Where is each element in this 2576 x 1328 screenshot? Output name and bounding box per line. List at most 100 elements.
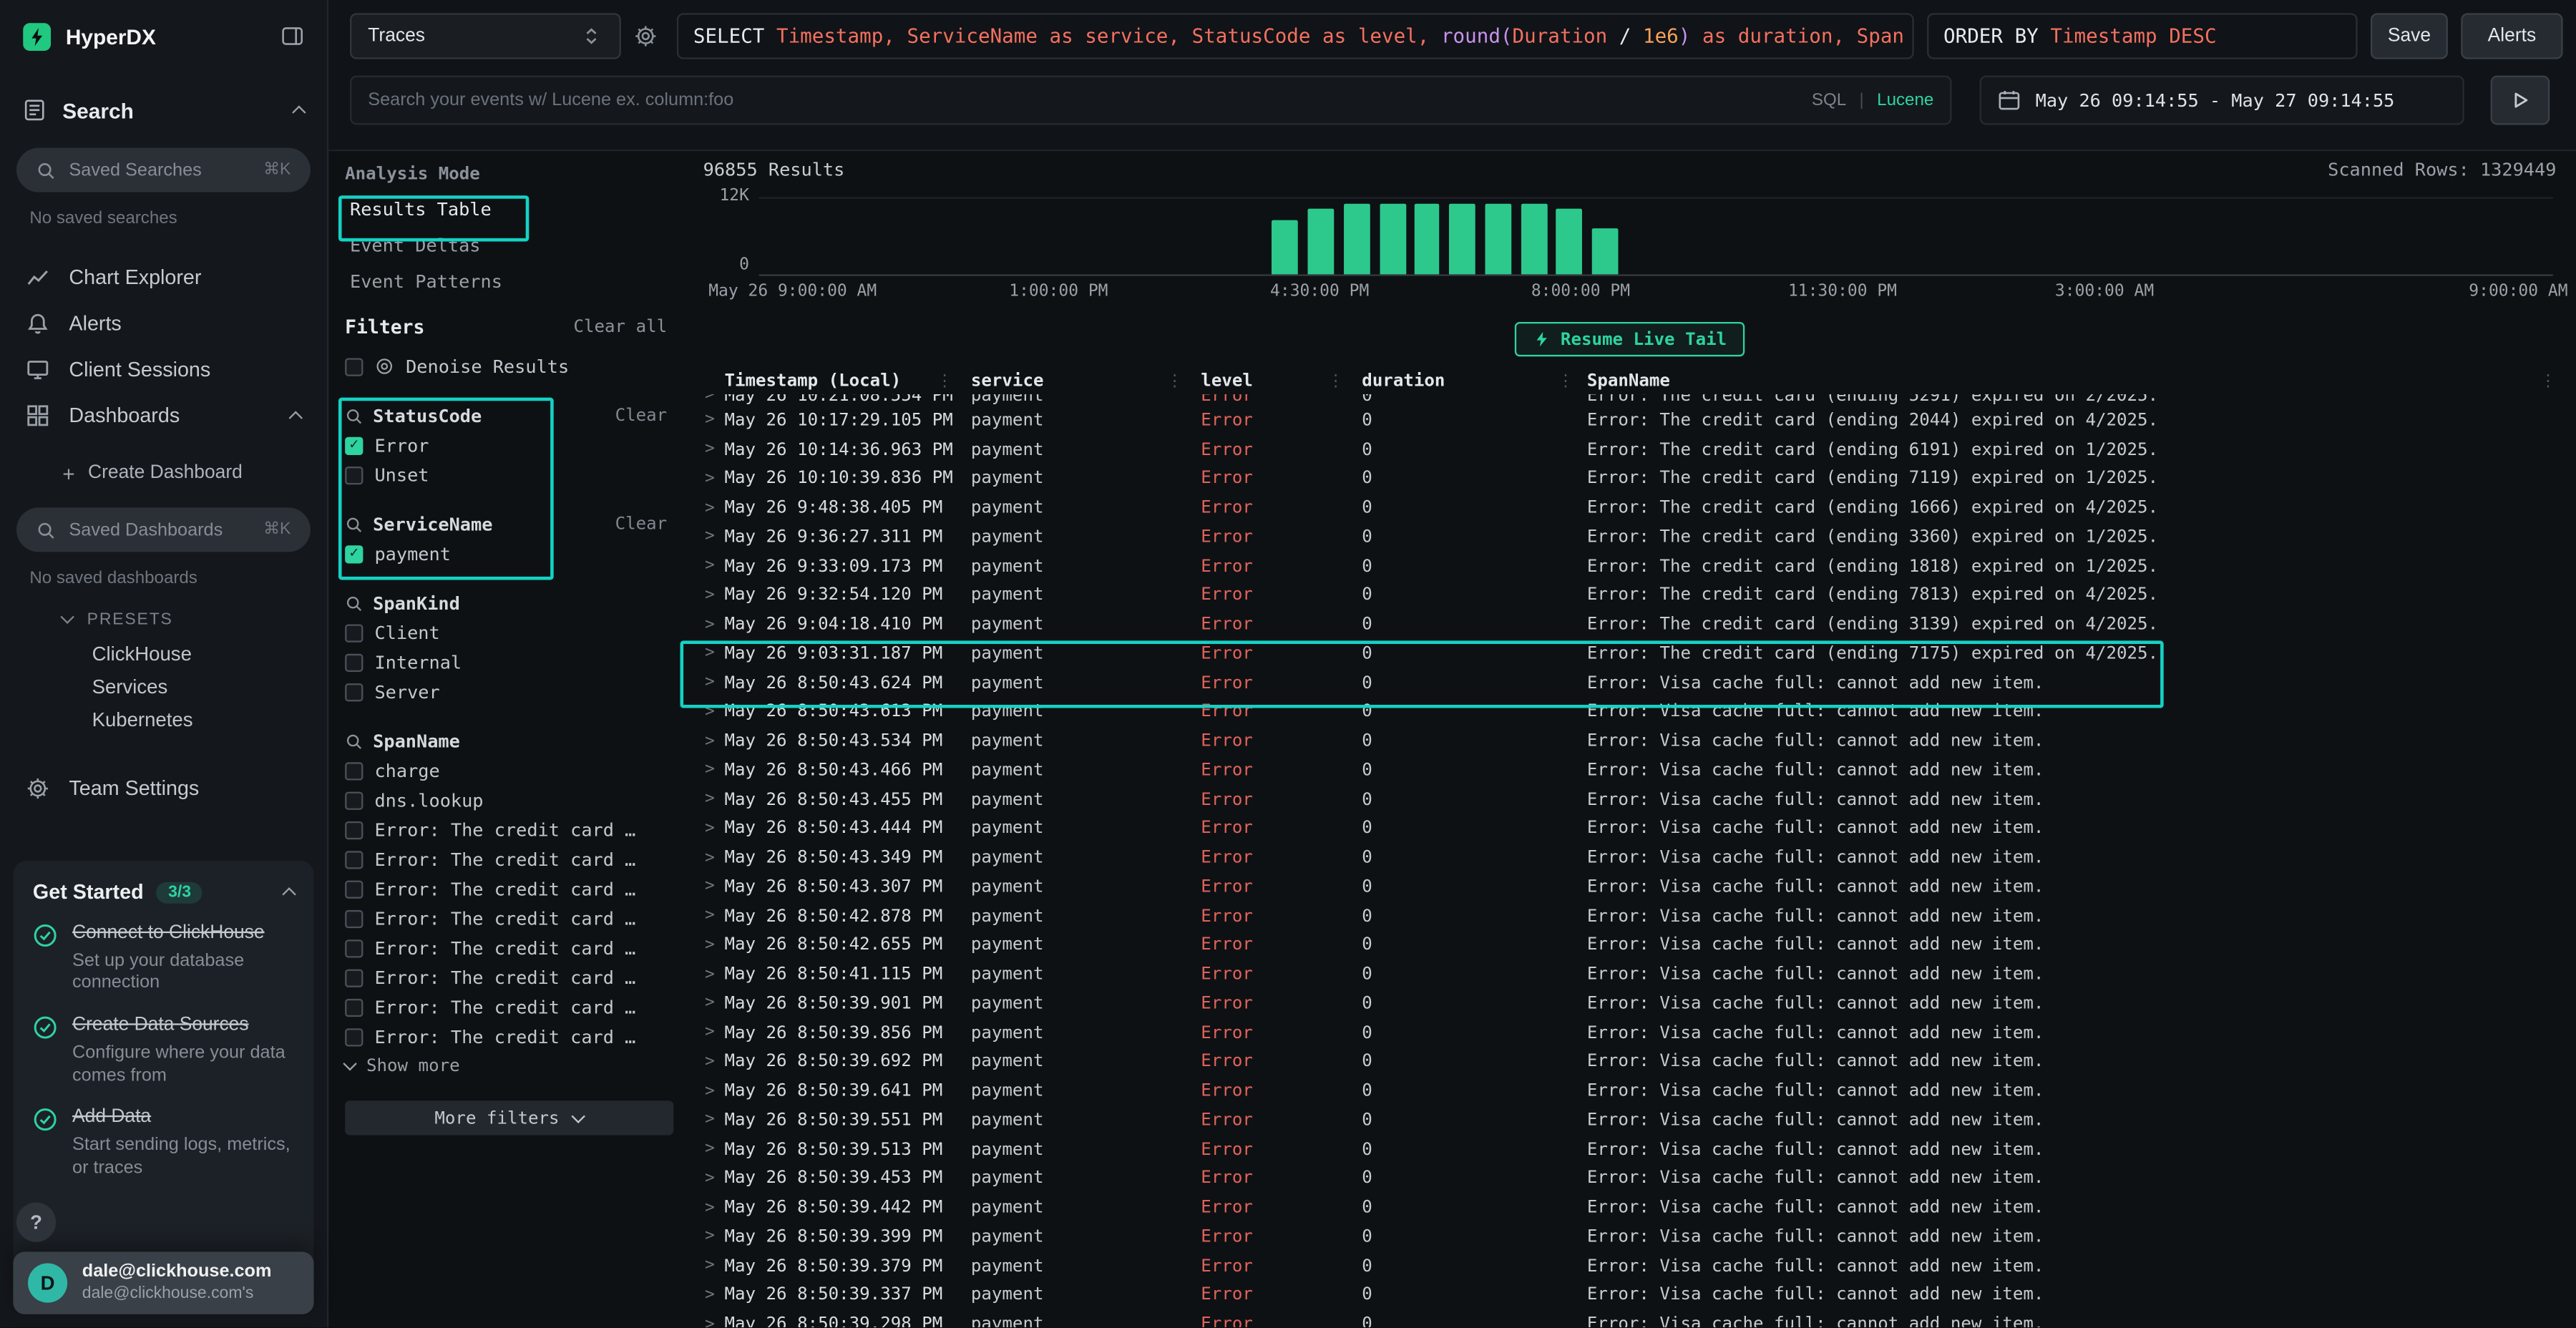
column-separator-icon[interactable]: ⋮ <box>937 373 953 391</box>
table-row[interactable]: >May 26 9:32:54.120 PMpaymentError0Error… <box>696 581 2556 610</box>
collapse-sidebar-icon[interactable] <box>281 24 304 47</box>
table-row[interactable]: >May 26 8:50:39.337 PMpaymentError0Error… <box>696 1281 2556 1310</box>
sidebar-item-chart-explorer[interactable]: Chart Explorer <box>0 255 327 301</box>
table-row[interactable]: >May 26 9:48:38.405 PMpaymentError0Error… <box>696 493 2556 522</box>
column-header-level[interactable]: level⋮ <box>1183 371 1344 391</box>
row-expand-icon[interactable]: > <box>696 528 724 546</box>
facet-clear-button[interactable]: Clear <box>615 514 674 534</box>
facet-clear-button[interactable]: Clear <box>615 406 674 426</box>
source-select[interactable]: Traces <box>350 13 621 59</box>
row-expand-icon[interactable]: > <box>696 936 724 954</box>
sql-query-editor[interactable]: SELECT Timestamp, ServiceName as service… <box>677 13 1914 59</box>
table-row[interactable]: >May 26 8:50:43.613 PMpaymentError0Error… <box>696 698 2556 727</box>
table-row[interactable]: >May 26 8:50:39.692 PMpaymentError0Error… <box>696 1048 2556 1077</box>
row-expand-icon[interactable]: > <box>696 1257 724 1275</box>
row-expand-icon[interactable]: > <box>696 586 724 604</box>
table-row[interactable]: >May 26 8:50:39.901 PMpaymentError0Error… <box>696 989 2556 1018</box>
row-expand-icon[interactable]: > <box>696 1169 724 1187</box>
row-expand-icon[interactable]: > <box>696 1315 724 1328</box>
alerts-button[interactable]: Alerts <box>2461 13 2562 59</box>
checkbox-unchecked[interactable] <box>345 939 363 957</box>
search-section-header[interactable]: Search <box>0 85 327 135</box>
facet-option-dns-lookup[interactable]: dns.lookup <box>345 785 673 814</box>
sidebar-item-services[interactable]: Services <box>0 670 327 703</box>
table-row[interactable]: >May 26 8:50:43.455 PMpaymentError0Error… <box>696 785 2556 814</box>
row-expand-icon[interactable]: > <box>696 557 724 575</box>
table-row[interactable]: >May 26 8:50:43.624 PMpaymentError0Error… <box>696 668 2556 698</box>
checkbox-unchecked[interactable] <box>345 653 363 671</box>
table-row[interactable]: >May 26 8:50:41.115 PMpaymentError0Error… <box>696 960 2556 989</box>
facet-option-client[interactable]: Client <box>345 617 673 647</box>
checkbox-unchecked[interactable] <box>345 821 363 839</box>
facet-option-error-the-credit-card[interactable]: Error: The credit card … <box>345 874 673 903</box>
sidebar-item-team-settings[interactable]: Team Settings <box>0 766 327 811</box>
more-filters-button[interactable]: More filters <box>345 1100 673 1135</box>
analysis-mode-event-deltas[interactable]: Event Deltas <box>345 230 673 263</box>
column-header-service[interactable]: service⋮ <box>953 371 1183 391</box>
table-row[interactable]: >May 26 8:50:43.444 PMpaymentError0Error… <box>696 814 2556 844</box>
checkbox-unchecked[interactable] <box>345 466 363 484</box>
row-expand-icon[interactable]: > <box>696 791 724 809</box>
results-histogram[interactable]: 12K 0 May 26 9:00:00 AM1:00:00 PM4:30:00… <box>703 187 2557 309</box>
checkbox-unchecked[interactable] <box>345 998 363 1016</box>
saved-searches-input[interactable]: Saved Searches ⌘K <box>16 148 311 192</box>
row-expand-icon[interactable]: > <box>696 411 724 429</box>
table-row[interactable]: >May 26 9:33:09.173 PMpaymentError0Error… <box>696 552 2556 581</box>
run-query-button[interactable] <box>2491 76 2550 125</box>
clear-all-button[interactable]: Clear all <box>573 317 673 337</box>
row-expand-icon[interactable]: > <box>696 1141 724 1158</box>
checkbox-unchecked[interactable] <box>345 909 363 927</box>
checkbox-unchecked[interactable] <box>345 623 363 641</box>
row-expand-icon[interactable]: > <box>696 1024 724 1042</box>
create-dashboard-button[interactable]: + Create Dashboard <box>0 451 327 494</box>
checkbox-unchecked[interactable] <box>345 1027 363 1045</box>
table-row[interactable]: >May 26 8:50:43.466 PMpaymentError0Error… <box>696 756 2556 785</box>
row-expand-icon[interactable]: > <box>696 1198 724 1216</box>
language-toggle-lucene[interactable]: Lucene <box>1877 90 1933 110</box>
row-expand-icon[interactable]: > <box>696 674 724 692</box>
table-row[interactable]: >May 26 8:50:39.641 PMpaymentError0Error… <box>696 1076 2556 1105</box>
checkbox-unchecked[interactable] <box>345 850 363 868</box>
facet-option-charge[interactable]: charge <box>345 756 673 785</box>
saved-dashboards-input[interactable]: Saved Dashboards ⌘K <box>16 507 311 552</box>
row-expand-icon[interactable]: > <box>696 1228 724 1246</box>
facet-option-error-the-credit-card[interactable]: Error: The credit card … <box>345 904 673 933</box>
row-expand-icon[interactable]: > <box>696 878 724 896</box>
checkbox-unchecked[interactable] <box>345 879 363 897</box>
column-header-timestamp-local[interactable]: Timestamp (Local)⋮ <box>724 371 952 391</box>
column-header-spanname[interactable]: SpanName⋮ <box>1574 371 2556 391</box>
table-row[interactable]: >May 26 8:50:39.856 PMpaymentError0Error… <box>696 1018 2556 1048</box>
facet-option-internal[interactable]: Internal <box>345 648 673 677</box>
column-header-duration[interactable]: duration⋮ <box>1344 371 1574 391</box>
facet-option-error-the-credit-card[interactable]: Error: The credit card … <box>345 844 673 874</box>
table-row[interactable]: >May 26 10:21:08.554 PMpaymentError0Erro… <box>696 394 2556 406</box>
table-row[interactable]: >May 26 8:50:39.379 PMpaymentError0Error… <box>696 1251 2556 1281</box>
row-expand-icon[interactable]: > <box>696 1053 724 1070</box>
checkbox-checked[interactable]: ✓ <box>345 545 363 562</box>
get-started-item-connect-to-clickhouse[interactable]: Connect to ClickHouseSet up your databas… <box>33 922 294 996</box>
row-expand-icon[interactable]: > <box>696 441 724 459</box>
row-expand-icon[interactable]: > <box>696 1111 724 1129</box>
row-expand-icon[interactable]: > <box>696 499 724 517</box>
sidebar-item-kubernetes[interactable]: Kubernetes <box>0 703 327 736</box>
facet-option-error-the-credit-card[interactable]: Error: The credit card … <box>345 1022 673 1051</box>
row-expand-icon[interactable]: > <box>696 615 724 633</box>
sidebar-item-dashboards[interactable]: Dashboards <box>0 393 327 439</box>
table-row[interactable]: >May 26 9:36:27.311 PMpaymentError0Error… <box>696 522 2556 552</box>
row-expand-icon[interactable]: > <box>696 1286 724 1304</box>
table-row[interactable]: >May 26 9:04:18.410 PMpaymentError0Error… <box>696 610 2556 639</box>
column-separator-icon[interactable]: ⋮ <box>1327 373 1344 391</box>
row-expand-icon[interactable]: > <box>696 995 724 1012</box>
facet-option-error-the-credit-card[interactable]: Error: The credit card … <box>345 933 673 962</box>
date-range-picker[interactable]: May 26 09:14:55 - May 27 09:14:55 <box>1980 76 2464 125</box>
table-row[interactable]: >May 26 8:50:39.442 PMpaymentError0Error… <box>696 1193 2556 1222</box>
source-settings-gear-icon[interactable] <box>634 24 657 47</box>
order-by-editor[interactable]: ORDER BY Timestamp DESC <box>1927 13 2358 59</box>
table-row[interactable]: >May 26 8:50:39.513 PMpaymentError0Error… <box>696 1135 2556 1164</box>
denoise-results-checkbox[interactable]: Denoise Results <box>345 351 673 381</box>
facet-option-server[interactable]: Server <box>345 677 673 706</box>
presets-toggle[interactable]: PRESETS <box>0 601 327 638</box>
facet-option-error[interactable]: ✓Error <box>345 431 673 460</box>
row-expand-icon[interactable]: > <box>696 1082 724 1100</box>
row-expand-icon[interactable]: > <box>696 732 724 750</box>
